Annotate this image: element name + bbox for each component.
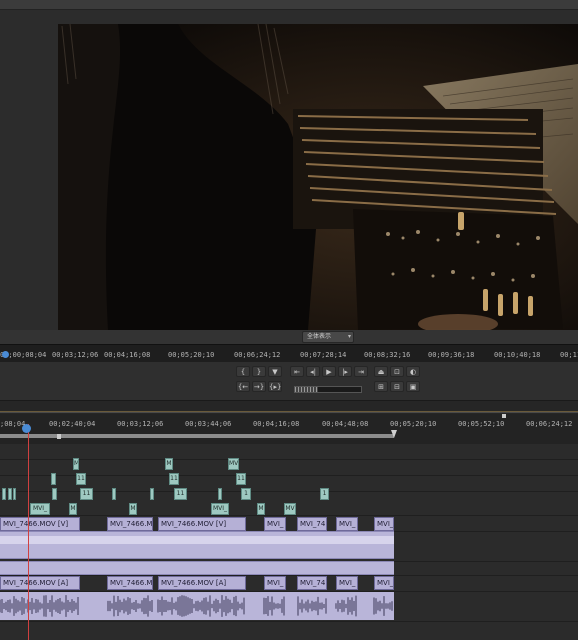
timeline-clip[interactable]: 1 (241, 488, 251, 500)
video-clip-body[interactable] (0, 531, 394, 559)
mark-in-button[interactable]: { (236, 366, 250, 377)
extract-button[interactable]: ⊡ (390, 366, 404, 377)
video-clip[interactable]: MVI_74 (297, 517, 327, 531)
ruler-label: 00;03;12;06 (52, 351, 99, 359)
audio-clip-header-band[interactable] (0, 561, 394, 575)
video-clip[interactable]: MVI_ (336, 517, 358, 531)
panel-header-strip (0, 0, 578, 10)
audio-clip[interactable]: MVI_7466.M (107, 576, 153, 590)
trim-button[interactable]: ⊞ (374, 381, 388, 392)
monitor-fit-bar (0, 330, 578, 344)
divider-accent (0, 411, 578, 412)
jog-shuttle[interactable] (294, 386, 362, 393)
go-to-out-button[interactable]: ⇥ (354, 366, 368, 377)
ruler-label: 00;08;32;16 (364, 351, 411, 359)
jog-fill (295, 387, 319, 392)
lift-button[interactable]: ⏏ (374, 366, 388, 377)
zoom-fit-dropdown[interactable]: 全体表示 ▾ (302, 331, 354, 343)
ruler-label: 00;06;24;12 (526, 420, 573, 428)
timeline-clip[interactable]: 11 (169, 473, 179, 485)
timeline-ruler[interactable]: ;08;04 00;02;40;04 00;03;12;06 00;03;44;… (0, 414, 578, 444)
export-frame-button[interactable]: ⊟ (390, 381, 404, 392)
timeline-clip[interactable] (112, 488, 116, 500)
play-button[interactable]: ▶ (322, 366, 336, 377)
zoom-fit-label: 全体表示 (307, 333, 332, 340)
timeline-playhead[interactable] (28, 424, 29, 640)
track-audio-1 (0, 576, 578, 592)
timeline-clip[interactable]: M (257, 503, 265, 515)
timeline-clip[interactable] (2, 488, 6, 500)
ruler-label: 00;05;20;10 (168, 351, 215, 359)
track-video-1 (0, 516, 578, 532)
timeline-playhead-marker[interactable] (22, 424, 31, 433)
timeline-clip[interactable] (51, 473, 56, 485)
track-video-4 (0, 460, 578, 476)
ruler-label: 00;07;28;14 (300, 351, 347, 359)
ruler-label: 00;02;40;04 (49, 420, 96, 428)
video-clip[interactable]: MVI_7466.M (107, 517, 153, 531)
step-back-button[interactable]: ◂| (306, 366, 320, 377)
go-in-alt-button[interactable]: {← (236, 381, 250, 392)
audio-clip[interactable]: MVI_ (264, 576, 286, 590)
transport-controls (0, 362, 578, 400)
video-clip[interactable]: MVI_ (374, 517, 394, 531)
audio-clip[interactable]: MVI_74 (297, 576, 327, 590)
timeline-clip[interactable]: M (73, 458, 79, 470)
video-clip[interactable]: MVI_ (264, 517, 286, 531)
timeline-clip[interactable] (8, 488, 12, 500)
ruler-label: 00;09;36;18 (428, 351, 475, 359)
monitor-playhead-marker[interactable] (2, 351, 9, 358)
mark-out-button[interactable]: } (252, 366, 266, 377)
video-clip[interactable]: MVI_7466.MOV [V] (0, 517, 80, 531)
audio-clip[interactable]: MVI_ (336, 576, 358, 590)
timeline-clip[interactable]: MVI_ (211, 503, 229, 515)
timeline-clip[interactable]: 11 (174, 488, 187, 500)
timeline-clip[interactable] (150, 488, 154, 500)
ruler-label: 00;03;12;06 (117, 420, 164, 428)
timeline-clip[interactable]: 11 (236, 473, 246, 485)
timeline-clip[interactable] (13, 488, 16, 500)
ruler-mid-marker (57, 434, 61, 439)
audio-clip[interactable]: MVI_7466.MOV [A] (0, 576, 80, 590)
ruler-label: 00;05;20;10 (390, 420, 437, 428)
program-monitor-video[interactable] (58, 24, 578, 330)
video-frame-image (58, 24, 578, 330)
ruler-label: 00;11 (560, 351, 578, 359)
timeline-clip[interactable]: MV (284, 503, 296, 515)
timeline-clip[interactable] (52, 488, 57, 500)
ruler-label: 00;04;48;08 (322, 420, 369, 428)
audio-clip[interactable]: MVI_7466.MOV [A] (158, 576, 246, 590)
go-out-alt-button[interactable]: →} (252, 381, 266, 392)
ruler-label: 00;03;44;06 (185, 420, 232, 428)
go-to-in-button[interactable]: ⇤ (290, 366, 304, 377)
timeline-clip[interactable]: MV (228, 458, 239, 470)
step-forward-button[interactable]: |▸ (338, 366, 352, 377)
timeline-clip[interactable]: MVI_ (30, 503, 50, 515)
ruler-label: 00;06;24;12 (234, 351, 281, 359)
ruler-label: 00;10;40;18 (494, 351, 541, 359)
timeline-clip[interactable]: 11 (80, 488, 93, 500)
safe-margins-button[interactable]: ◐ (406, 366, 420, 377)
monitor-timecode-ruler[interactable]: 00;00;08;04 00;03;12;06 00;04;16;08 00;0… (0, 344, 578, 362)
timeline-clip[interactable]: M (129, 503, 137, 515)
add-marker-button[interactable]: ▼ (268, 366, 282, 377)
audio-clip[interactable]: MVI_ (374, 576, 394, 590)
timeline-clip[interactable] (218, 488, 222, 500)
play-in-to-out-button[interactable]: {▸} (268, 381, 282, 392)
timeline-clip[interactable]: 11 (76, 473, 86, 485)
ruler-end-marker (502, 414, 506, 418)
timeline-clip[interactable]: M (69, 503, 77, 515)
video-clip[interactable]: MVI_7466.MOV [V] (158, 517, 246, 531)
audio-waveform[interactable] (0, 592, 394, 620)
ruler-label: 00;05;52;10 (458, 420, 505, 428)
ruler-label: 00;04;16;08 (104, 351, 151, 359)
track-video-5 (0, 444, 578, 460)
timeline-clip[interactable]: M (165, 458, 173, 470)
timeline-clip[interactable]: 1 (320, 488, 329, 500)
chevron-down-icon: ▾ (347, 333, 351, 340)
camera-button[interactable]: ▣ (406, 381, 420, 392)
ruler-label: 00;04;16;08 (253, 420, 300, 428)
